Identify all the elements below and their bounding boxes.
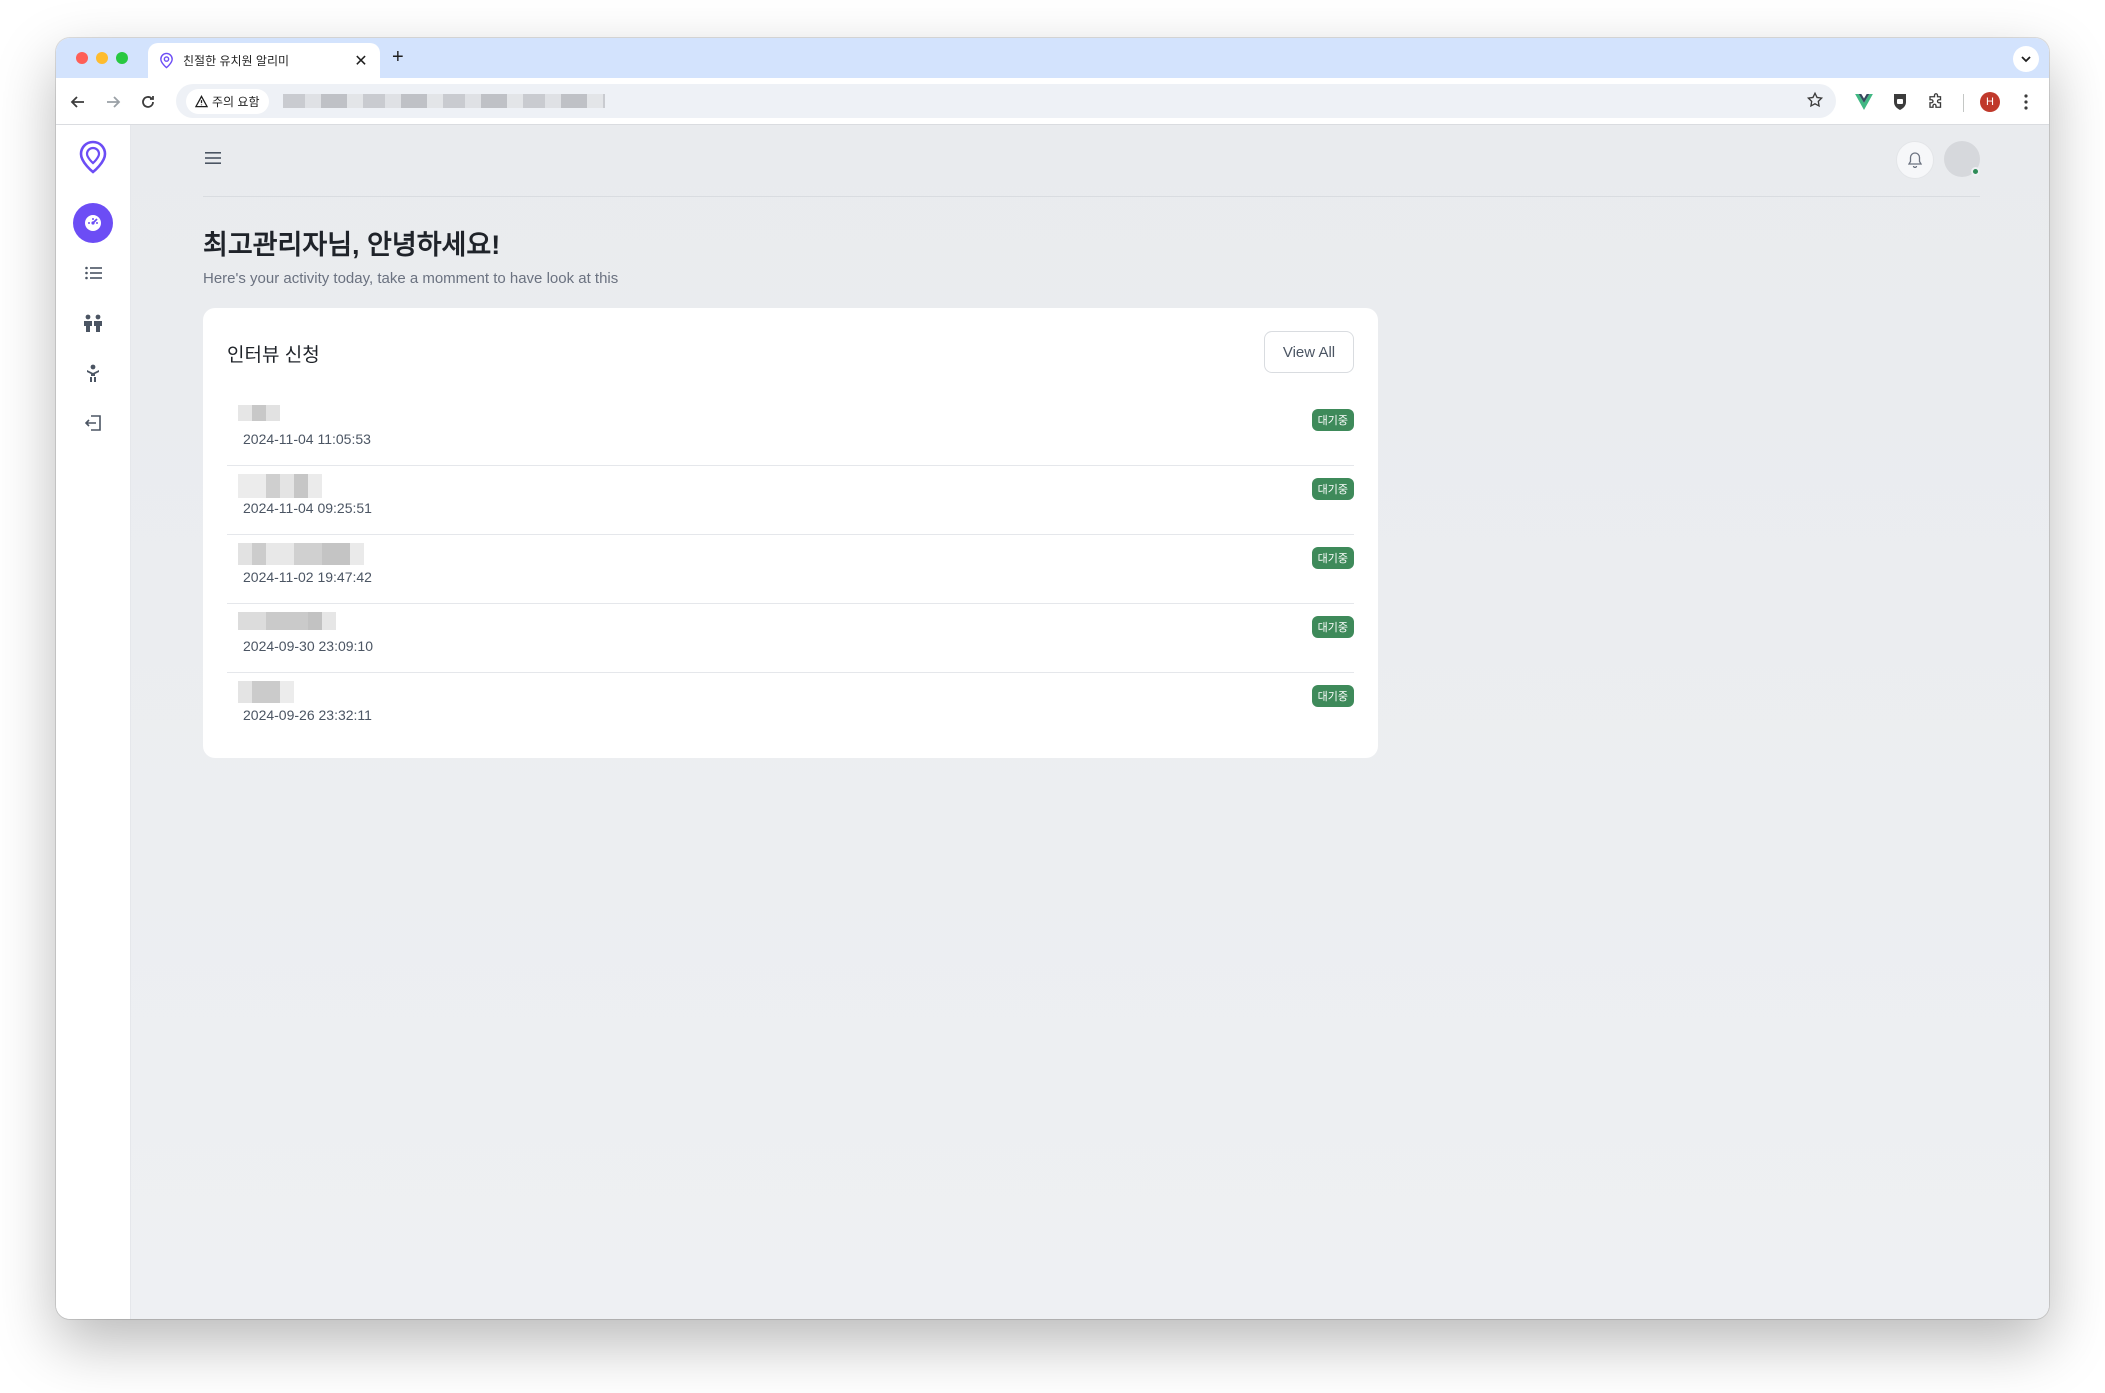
browser-window: 친절한 유치원 알리미 ✕ + 주의 요함 H 최고관리자님, 안녕하세요! H…: [56, 38, 2049, 1319]
shield-extension[interactable]: [1888, 90, 1912, 114]
address-bar[interactable]: 주의 요함: [176, 84, 1836, 118]
shield-icon: [1894, 94, 1906, 110]
status-badge: 대기중: [1311, 616, 1354, 638]
bell-icon: [1908, 152, 1922, 168]
applicant-name-redacted: [238, 543, 364, 565]
minimize-window-button[interactable]: [96, 52, 108, 64]
profile-avatar: H: [1980, 92, 2000, 112]
applicant-name-redacted: [238, 405, 280, 421]
list-item[interactable]: 2024-11-04 09:25:51 대기중: [227, 466, 1354, 535]
profile-button[interactable]: H: [1978, 90, 2002, 114]
chevron-down-icon: [2021, 56, 2031, 63]
main-content: 최고관리자님, 안녕하세요! Here's your activity toda…: [203, 125, 1980, 758]
list-item[interactable]: 2024-09-30 23:09:10 대기중: [227, 604, 1354, 673]
warning-icon: [195, 94, 208, 107]
applicant-name-redacted: [238, 612, 336, 630]
vue-icon: [1855, 94, 1873, 110]
tab-strip: 친절한 유치원 알리미 ✕ +: [56, 38, 2049, 78]
status-badge: 대기중: [1311, 478, 1354, 500]
applicant-name-redacted: [238, 474, 322, 498]
sidebar-item-list[interactable]: [73, 253, 113, 293]
sidebar-logo[interactable]: [73, 137, 113, 177]
menu-toggle-button[interactable]: [205, 151, 221, 170]
card-title: 인터뷰 신청: [227, 345, 320, 366]
location-pin-icon: [160, 52, 173, 69]
close-window-button[interactable]: [76, 52, 88, 64]
page-subtitle: Here's your activity today, take a momme…: [203, 270, 619, 287]
tab-close-icon[interactable]: ✕: [352, 51, 370, 71]
browser-toolbar: 주의 요함 H: [56, 78, 2049, 125]
forward-button[interactable]: [101, 90, 125, 114]
people-icon: [84, 314, 102, 332]
security-chip[interactable]: 주의 요함: [186, 88, 269, 114]
menu-icon: [205, 152, 221, 164]
list-item[interactable]: 2024-11-02 19:47:42 대기중: [227, 535, 1354, 604]
bookmark-button[interactable]: [1806, 91, 1824, 114]
window-controls: [76, 52, 128, 64]
dashboard-icon: [85, 215, 101, 231]
interview-list: 2024-11-04 11:05:53 대기중 2024-11-04 09:25…: [227, 397, 1354, 742]
sidebar-item-dashboard[interactable]: [73, 203, 113, 243]
tab-search-button[interactable]: [2013, 46, 2039, 72]
child-icon: [87, 364, 99, 382]
request-date: 2024-09-26 23:32:11: [243, 707, 372, 723]
extensions-button[interactable]: [1924, 90, 1948, 114]
list-item[interactable]: 2024-11-04 11:05:53 대기중: [227, 397, 1354, 466]
notifications-button[interactable]: [1896, 141, 1934, 179]
request-date: 2024-11-04 09:25:51: [243, 500, 372, 516]
reload-button[interactable]: [136, 90, 160, 114]
online-status-indicator: [1971, 167, 1980, 176]
list-item[interactable]: 2024-09-26 23:32:11 대기중: [227, 673, 1354, 742]
page-title: 최고관리자님, 안녕하세요!: [203, 230, 501, 260]
tab-title: 친절한 유치원 알리미: [183, 54, 290, 68]
sidebar-item-logout[interactable]: [73, 403, 113, 443]
status-badge: 대기중: [1311, 547, 1354, 569]
interview-requests-card: 인터뷰 신청 View All 2024-11-04 11:05:53 대기중 …: [203, 308, 1378, 758]
more-vertical-icon: [2024, 94, 2028, 110]
sidebar: [56, 125, 131, 1319]
security-chip-label: 주의 요함: [212, 94, 260, 109]
request-date: 2024-11-02 19:47:42: [243, 569, 372, 585]
app-viewport: 최고관리자님, 안녕하세요! Here's your activity toda…: [56, 125, 2049, 1319]
status-badge: 대기중: [1311, 685, 1354, 707]
logout-icon: [84, 415, 101, 431]
star-icon: [1806, 91, 1824, 108]
puzzle-icon: [1929, 93, 1942, 108]
location-pin-icon: [79, 140, 107, 174]
reload-icon: [142, 96, 154, 108]
zoom-window-button[interactable]: [116, 52, 128, 64]
url-redacted: [282, 94, 605, 108]
browser-tab[interactable]: 친절한 유치원 알리미 ✕: [148, 43, 380, 78]
status-badge: 대기중: [1311, 409, 1354, 431]
new-tab-button[interactable]: +: [392, 46, 404, 69]
request-date: 2024-09-30 23:09:10: [243, 638, 373, 654]
request-date: 2024-11-04 11:05:53: [243, 431, 371, 447]
sidebar-item-children[interactable]: [73, 353, 113, 393]
vue-devtools-extension[interactable]: [1852, 90, 1876, 114]
top-bar: [203, 125, 1980, 197]
arrow-left-icon: [70, 96, 84, 108]
arrow-right-icon: [107, 96, 121, 108]
sidebar-item-members[interactable]: [73, 303, 113, 343]
browser-menu-button[interactable]: [2014, 90, 2038, 114]
list-icon: [84, 266, 102, 280]
back-button[interactable]: [66, 90, 90, 114]
view-all-button[interactable]: View All: [1264, 331, 1354, 373]
toolbar-divider: [1963, 94, 1964, 112]
applicant-name-redacted: [238, 681, 294, 703]
